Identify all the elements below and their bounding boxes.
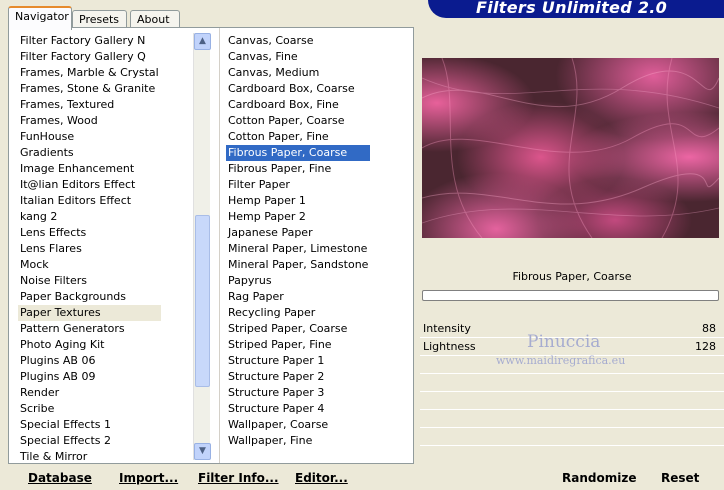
list-item[interactable]: It@lian Editors Effect <box>18 177 161 193</box>
database-button[interactable]: Database <box>28 471 92 485</box>
list-item[interactable]: Cardboard Box, Coarse <box>226 81 370 97</box>
list-item[interactable]: Cotton Paper, Coarse <box>226 113 370 129</box>
list-item[interactable]: Structure Paper 4 <box>226 401 370 417</box>
list-item[interactable]: Hemp Paper 1 <box>226 193 370 209</box>
tab-navigator[interactable]: Navigator <box>8 6 72 30</box>
category-list[interactable]: Filter Factory Gallery N Filter Factory G… <box>18 33 161 465</box>
list-item[interactable]: Plugins AB 09 <box>18 369 161 385</box>
list-item[interactable]: Lens Effects <box>18 225 161 241</box>
list-item[interactable]: Structure Paper 1 <box>226 353 370 369</box>
scrollbar-thumb[interactable] <box>195 215 210 387</box>
list-item[interactable]: Italian Editors Effect <box>18 193 161 209</box>
list-item[interactable]: Striped Paper, Coarse <box>226 321 370 337</box>
list-item[interactable]: Photo Aging Kit <box>18 337 161 353</box>
list-item[interactable]: Filter Factory Gallery Q <box>18 49 161 65</box>
list-item[interactable]: Fibrous Paper, Fine <box>226 161 370 177</box>
list-item[interactable]: Render <box>18 385 161 401</box>
slider-slot-empty <box>420 410 724 428</box>
list-item[interactable]: Paper Textures <box>18 305 161 321</box>
list-item[interactable]: Pattern Generators <box>18 321 161 337</box>
list-item[interactable]: Canvas, Fine <box>226 49 370 65</box>
slider-slot-empty <box>420 374 724 392</box>
list-item[interactable]: Papyrus <box>226 273 370 289</box>
randomize-button[interactable]: Randomize <box>562 471 636 485</box>
list-item[interactable]: Rag Paper <box>226 289 370 305</box>
progress-bar <box>422 290 719 301</box>
chevron-up-icon[interactable]: ▲ <box>194 33 211 50</box>
list-item[interactable]: Frames, Wood <box>18 113 161 129</box>
slider-value: 128 <box>695 340 716 353</box>
list-item[interactable]: Structure Paper 3 <box>226 385 370 401</box>
preview-pane: Fibrous Paper, Coarse Intensity 88 Light… <box>420 27 724 464</box>
list-item[interactable]: Mock <box>18 257 161 273</box>
list-item[interactable]: Striped Paper, Fine <box>226 337 370 353</box>
list-item[interactable]: Frames, Marble & Crystal <box>18 65 161 81</box>
list-item[interactable]: Image Enhancement <box>18 161 161 177</box>
list-item[interactable]: Filter Factory Gallery N <box>18 33 161 49</box>
app-title: Filters Unlimited 2.0 <box>476 0 668 17</box>
filter-info-button[interactable]: Filter Info... <box>198 471 279 485</box>
list-item[interactable]: Special Effects 2 <box>18 433 161 449</box>
list-item[interactable]: Mineral Paper, Sandstone <box>226 257 370 273</box>
list-item[interactable]: Wallpaper, Fine <box>226 433 370 449</box>
list-item[interactable]: Frames, Textured <box>18 97 161 113</box>
list-item[interactable]: Filter Paper <box>226 177 370 193</box>
list-item[interactable]: Lens Flares <box>18 241 161 257</box>
list-item[interactable]: Paper Backgrounds <box>18 289 161 305</box>
fiber-texture <box>422 58 719 238</box>
editor-button[interactable]: Editor... <box>295 471 348 485</box>
filter-list[interactable]: Canvas, Coarse Canvas, Fine Canvas, Medium… <box>226 33 371 449</box>
list-item[interactable]: Cotton Paper, Fine <box>226 129 370 145</box>
list-item[interactable]: kang 2 <box>18 209 161 225</box>
chevron-down-icon[interactable]: ▼ <box>194 443 211 460</box>
list-item[interactable]: FunHouse <box>18 129 161 145</box>
list-item[interactable]: Plugins AB 06 <box>18 353 161 369</box>
list-divider <box>219 28 220 463</box>
slider-value: 88 <box>702 322 716 335</box>
watermark-site: www.maidiregrafica.eu <box>496 354 626 367</box>
import-button[interactable]: Import... <box>119 471 178 485</box>
list-item[interactable]: Special Effects 1 <box>18 417 161 433</box>
list-item[interactable]: Tile & Mirror <box>18 449 161 465</box>
filter-preview-image <box>422 58 719 238</box>
preview-caption: Fibrous Paper, Coarse <box>512 270 632 283</box>
list-item[interactable]: Canvas, Medium <box>226 65 370 81</box>
list-item[interactable]: Recycling Paper <box>226 305 370 321</box>
slider-slot-empty <box>420 428 724 446</box>
list-item[interactable]: Mineral Paper, Limestone <box>226 241 370 257</box>
list-item[interactable]: Gradients <box>18 145 161 161</box>
bottom-toolbar: Database Import... Filter Info... Editor… <box>0 465 724 490</box>
list-item[interactable]: Noise Filters <box>18 273 161 289</box>
slider-slot-empty <box>420 392 724 410</box>
list-item[interactable]: Japanese Paper <box>226 225 370 241</box>
list-item[interactable]: Hemp Paper 2 <box>226 209 370 225</box>
list-item[interactable]: Canvas, Coarse <box>226 33 370 49</box>
list-item[interactable]: Wallpaper, Coarse <box>226 417 370 433</box>
list-item[interactable]: Fibrous Paper, Coarse <box>226 145 371 161</box>
slider-label: Intensity <box>423 322 471 335</box>
reset-button[interactable]: Reset <box>661 471 699 485</box>
watermark-name: Pinuccia <box>527 332 601 352</box>
list-item[interactable]: Cardboard Box, Fine <box>226 97 370 113</box>
list-item[interactable]: Scribe <box>18 401 161 417</box>
navigator-panel: Filter Factory Gallery N Filter Factory G… <box>8 27 414 464</box>
category-scrollbar[interactable]: ▲ ▼ <box>193 33 211 460</box>
list-item[interactable]: Frames, Stone & Granite <box>18 81 161 97</box>
list-item[interactable]: Structure Paper 2 <box>226 369 370 385</box>
slider-label: Lightness <box>423 340 476 353</box>
